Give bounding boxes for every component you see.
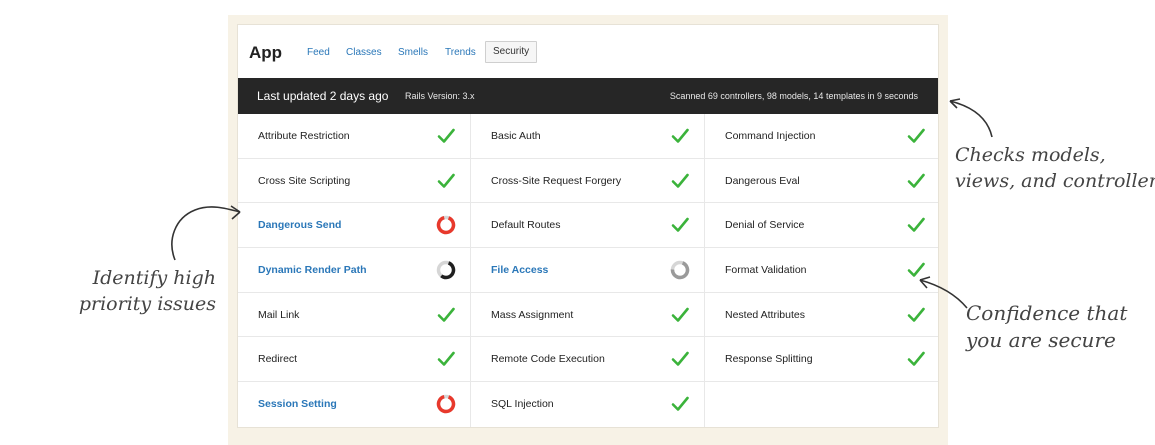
annotation-line: priority issues — [78, 292, 216, 315]
check-cell[interactable]: Dynamic Render Path — [238, 248, 471, 292]
check-cell[interactable]: Session Setting — [238, 382, 471, 427]
annotation-line: Checks models, — [955, 144, 1106, 166]
check-row: Mail Link Mass Assignment Nested Attribute… — [238, 292, 940, 338]
arrow-to-dangerous-send-icon — [171, 205, 241, 261]
check-icon — [671, 396, 689, 411]
check-cell: Remote Code Execution — [471, 337, 705, 382]
rails-version: Rails Version: 3.x — [405, 91, 475, 101]
check-cell: Response Splitting — [705, 337, 940, 381]
check-cell: Format Validation — [705, 248, 940, 292]
scan-status-bar: Last updated 2 days ago Rails Version: 3… — [238, 78, 938, 114]
check-label: Cross-Site Request Forgery — [491, 174, 622, 187]
check-icon — [671, 307, 689, 322]
arrow-to-format-validation-icon — [919, 276, 968, 309]
low-priority-ring-icon — [670, 260, 690, 280]
check-cell: Command Injection — [705, 114, 940, 158]
check-label: Mail Link — [258, 308, 300, 321]
check-icon — [907, 173, 925, 188]
check-cell[interactable]: Dangerous Send — [238, 203, 471, 248]
medium-priority-ring-icon — [436, 260, 456, 280]
check-cell: Attribute Restriction — [238, 114, 471, 158]
check-icon — [671, 218, 689, 233]
check-label: Format Validation — [725, 264, 807, 277]
annotation-line: Confidence that — [966, 301, 1128, 325]
check-row: Redirect Remote Code Execution Response Sp… — [238, 337, 940, 383]
check-icon — [907, 352, 925, 367]
check-label: SQL Injection — [491, 398, 554, 411]
check-cell: Mass Assignment — [471, 292, 705, 337]
tab-trends[interactable]: Trends — [445, 47, 476, 58]
check-cell — [705, 382, 940, 427]
app-title: App — [249, 43, 283, 62]
check-label: Denial of Service — [725, 219, 805, 232]
check-label: Nested Attributes — [725, 308, 805, 321]
check-cell: Dangerous Eval — [705, 159, 940, 203]
check-row: Session Setting SQL Injection — [238, 382, 938, 427]
annotation-line: you are secure — [966, 328, 1116, 352]
arrow-to-scan-bar-icon — [949, 98, 993, 138]
check-cell: Cross Site Scripting — [238, 158, 471, 203]
annotation-line: Identify high — [92, 267, 216, 289]
check-icon — [907, 218, 925, 233]
check-cell: Default Routes — [471, 203, 705, 248]
high-priority-ring-icon — [436, 394, 456, 414]
scan-summary: Scanned 69 controllers, 98 models, 14 te… — [669, 91, 918, 101]
check-row: Dynamic Render Path File Access Format Val… — [238, 248, 938, 293]
top-navigation: App Feed Classes Smells Trends Security — [238, 25, 938, 78]
check-label: Response Splitting — [725, 353, 813, 366]
check-label: Remote Code Execution — [491, 353, 605, 366]
annotation-checks-models: Checks models, views, and controllers — [955, 143, 1155, 194]
check-icon — [907, 128, 925, 143]
annotation-identify-issues: Identify high priority issues — [46, 266, 216, 317]
check-cell: Denial of Service — [705, 203, 940, 247]
checks-grid: Attribute Restriction Basic Auth Command I… — [238, 114, 938, 427]
check-cell: Cross-Site Request Forgery — [471, 158, 705, 203]
tab-classes[interactable]: Classes — [346, 47, 382, 58]
check-label: Basic Auth — [491, 130, 541, 142]
check-link[interactable]: Dangerous Send — [258, 219, 341, 231]
check-icon — [437, 128, 455, 143]
check-label: Redirect — [258, 353, 298, 366]
tab-feed[interactable]: Feed — [307, 47, 330, 58]
check-icon — [671, 173, 689, 188]
check-row: Cross Site Scripting Cross-Site Request F… — [238, 158, 940, 204]
annotation-line: views, and controllers — [955, 169, 1155, 192]
check-link[interactable]: File Access — [491, 264, 548, 276]
check-cell: Redirect — [238, 337, 471, 382]
security-card: App Feed Classes Smells Trends Security … — [237, 24, 939, 428]
check-link[interactable]: Session Setting — [258, 398, 337, 410]
check-icon — [437, 173, 455, 188]
check-link[interactable]: Dynamic Render Path — [258, 264, 367, 276]
check-cell: Basic Auth — [471, 114, 705, 158]
check-label: Attribute Restriction — [258, 130, 350, 142]
tab-smells[interactable]: Smells — [398, 47, 428, 58]
tab-security[interactable]: Security — [485, 41, 538, 63]
check-row: Attribute Restriction Basic Auth Command I… — [238, 114, 938, 159]
check-cell[interactable]: File Access — [471, 248, 705, 292]
check-label: Command Injection — [725, 130, 816, 142]
check-cell: SQL Injection — [471, 382, 705, 427]
check-label: Default Routes — [491, 219, 561, 232]
check-cell: Nested Attributes — [705, 293, 940, 337]
check-cell: Mail Link — [238, 292, 471, 337]
last-updated: Last updated 2 days ago — [257, 89, 389, 103]
check-icon — [671, 352, 689, 367]
check-label: Dangerous Eval — [725, 174, 800, 187]
check-label: Mass Assignment — [491, 308, 574, 321]
check-icon — [437, 352, 455, 367]
check-label: Cross Site Scripting — [258, 174, 351, 187]
check-icon — [437, 307, 455, 322]
high-priority-ring-icon — [436, 216, 456, 235]
check-row: Dangerous Send Default Routes Denial of Se… — [238, 203, 940, 249]
annotation-confidence: Confidence that you are secure — [966, 300, 1127, 354]
check-icon — [671, 128, 689, 143]
